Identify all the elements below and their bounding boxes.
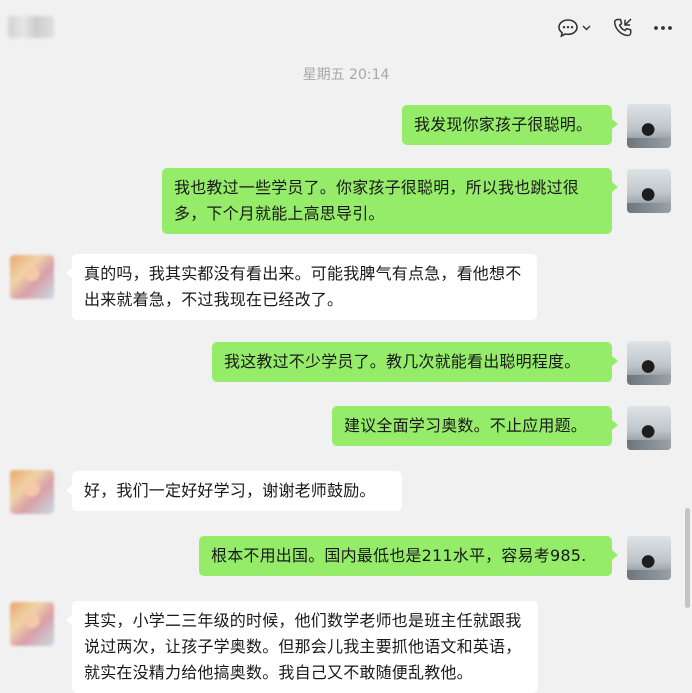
message-bubble[interactable]: 其实，小学二三年级的时候，他们数学老师也是班主任就跟我说过两次，让孩子学奥数。但…	[66, 601, 538, 693]
message-bubble[interactable]: 我也教过一些学员了。你家孩子很聪明，所以我也跳过很多，下个月就能上高思导引。	[162, 168, 618, 234]
my-avatar[interactable]	[627, 341, 671, 385]
voice-call-icon	[612, 17, 634, 39]
message-bubble[interactable]: 我这教过不少学员了。教几次就能看出聪明程度。	[212, 342, 618, 382]
my-avatar[interactable]	[627, 169, 671, 213]
chat-header	[0, 0, 692, 56]
my-avatar[interactable]	[627, 104, 671, 148]
message-timestamp: 星期五 20:14	[302, 67, 390, 83]
contact-avatar[interactable]	[10, 470, 54, 514]
message-bubble[interactable]: 真的吗，我其实都没有看出来。可能我脾气有点急，看他想不出来就着急，不过我现在已经…	[66, 254, 537, 320]
chevron-down-icon	[582, 25, 591, 31]
message-bubble[interactable]: 好，我们一定好好学习，谢谢老师鼓励。	[66, 471, 402, 511]
more-button[interactable]	[650, 16, 676, 40]
contact-name-blurred	[8, 16, 54, 38]
message-bubble[interactable]: 我发现你家孩子很聪明。	[402, 105, 618, 145]
chat-info-button[interactable]	[554, 16, 594, 40]
contact-avatar[interactable]	[10, 255, 54, 299]
message-bubble[interactable]: 根本不用出国。国内最低也是211水平，容易考985.	[199, 536, 618, 576]
chat-info-icon	[557, 18, 579, 38]
contact-avatar[interactable]	[10, 602, 54, 646]
message-bubble[interactable]: 建议全面学习奥数。不止应用题。	[332, 406, 618, 446]
my-avatar[interactable]	[627, 536, 671, 580]
my-avatar[interactable]	[627, 406, 671, 450]
more-icon	[653, 25, 673, 31]
voice-call-button[interactable]	[610, 16, 636, 40]
chat-scrollbar[interactable]	[685, 508, 690, 608]
